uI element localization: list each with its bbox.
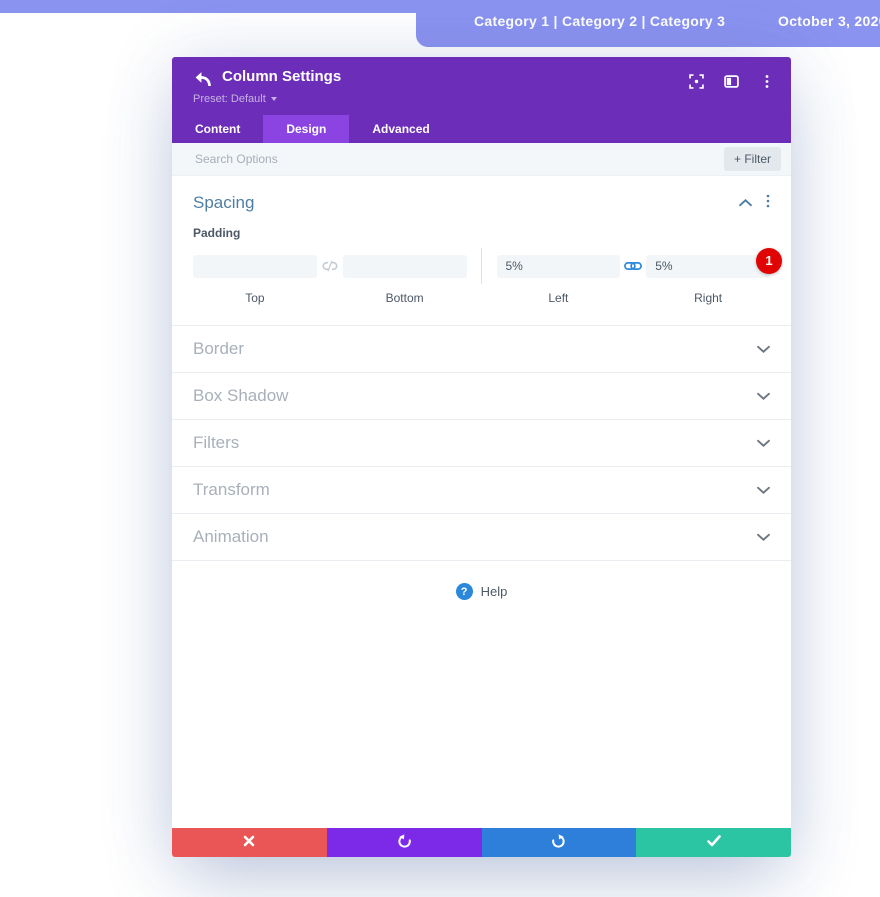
padding-left-input[interactable]: [497, 255, 621, 278]
modal-footer: [172, 828, 791, 857]
chevron-down-icon: [757, 528, 770, 546]
discard-x-icon: [243, 835, 255, 850]
section-transform-title: Transform: [193, 480, 270, 500]
spacing-section-header[interactable]: Spacing: [193, 189, 770, 217]
section-border-title: Border: [193, 339, 244, 359]
modal-title: Column Settings: [222, 68, 341, 85]
caret-down-icon: [271, 97, 277, 101]
chevron-up-icon[interactable]: [739, 194, 752, 212]
settings-content: Spacing Padding: [172, 176, 791, 828]
chevron-down-icon: [757, 340, 770, 358]
section-filters[interactable]: Filters: [172, 419, 791, 466]
spacing-section: Spacing Padding: [172, 176, 791, 325]
redo-icon: [551, 834, 566, 852]
unlink-icon[interactable]: [317, 260, 343, 272]
post-date: October 3, 2020: [778, 13, 880, 29]
section-transform[interactable]: Transform: [172, 466, 791, 513]
split-view-icon[interactable]: [724, 74, 739, 89]
padding-left-label: Left: [497, 291, 621, 305]
help-link[interactable]: ? Help: [172, 560, 791, 622]
help-question-icon: ?: [456, 583, 473, 600]
link-icon[interactable]: [620, 260, 646, 272]
padding-right-label: Right: [646, 291, 770, 305]
settings-tabs: Content Design Advanced: [172, 115, 791, 143]
padding-top-label: Top: [193, 291, 317, 305]
section-filters-title: Filters: [193, 433, 239, 453]
redo-button[interactable]: [482, 828, 637, 857]
fields-divider: [481, 248, 482, 284]
tab-design[interactable]: Design: [263, 115, 349, 143]
padding-bottom-input[interactable]: [343, 255, 467, 278]
help-label: Help: [481, 584, 508, 599]
chevron-down-icon: [757, 434, 770, 452]
section-box-shadow-title: Box Shadow: [193, 386, 288, 406]
padding-right-wrap: 1: [646, 255, 770, 278]
padding-fields-row: 1: [193, 248, 770, 284]
chevron-down-icon: [757, 481, 770, 499]
options-search-bar: + Filter: [172, 143, 791, 176]
undo-icon: [397, 834, 412, 852]
padding-group-label: Padding: [193, 226, 770, 240]
section-border[interactable]: Border: [172, 325, 791, 372]
preset-selector[interactable]: Preset: Default: [193, 93, 277, 105]
post-meta-bar: Category 1 | Category 2 | Category 3 Oct…: [416, 0, 880, 47]
undo-button[interactable]: [327, 828, 482, 857]
discard-button[interactable]: [172, 828, 327, 857]
section-animation-title: Animation: [193, 527, 269, 547]
back-arrow-icon[interactable]: [191, 70, 213, 90]
column-settings-modal: Column Settings Preset: Default: [172, 57, 791, 857]
preset-label: Preset: Default: [193, 93, 266, 105]
post-categories[interactable]: Category 1 | Category 2 | Category 3: [474, 13, 725, 29]
spacing-header-icons: [739, 194, 770, 213]
header-icon-group: [689, 74, 774, 89]
modal-header: Column Settings Preset: Default: [172, 57, 791, 115]
annotation-badge: 1: [756, 248, 782, 274]
chevron-down-icon: [757, 387, 770, 405]
padding-top-input[interactable]: [193, 255, 317, 278]
content-spacer: [172, 622, 791, 828]
filter-button[interactable]: + Filter: [724, 147, 781, 171]
padding-labels-row: Top Bottom Left Right: [193, 291, 770, 305]
spacing-title: Spacing: [193, 193, 254, 213]
focus-icon[interactable]: [689, 74, 704, 89]
padding-right-input[interactable]: [646, 255, 770, 278]
section-animation[interactable]: Animation: [172, 513, 791, 560]
tab-content[interactable]: Content: [172, 115, 263, 143]
section-kebab-icon[interactable]: [766, 194, 770, 213]
save-button[interactable]: [636, 828, 791, 857]
section-box-shadow[interactable]: Box Shadow: [172, 372, 791, 419]
padding-bottom-label: Bottom: [343, 291, 467, 305]
kebab-menu-icon[interactable]: [759, 74, 774, 89]
search-input[interactable]: [193, 151, 724, 167]
save-check-icon: [707, 835, 721, 850]
tab-advanced[interactable]: Advanced: [349, 115, 452, 143]
